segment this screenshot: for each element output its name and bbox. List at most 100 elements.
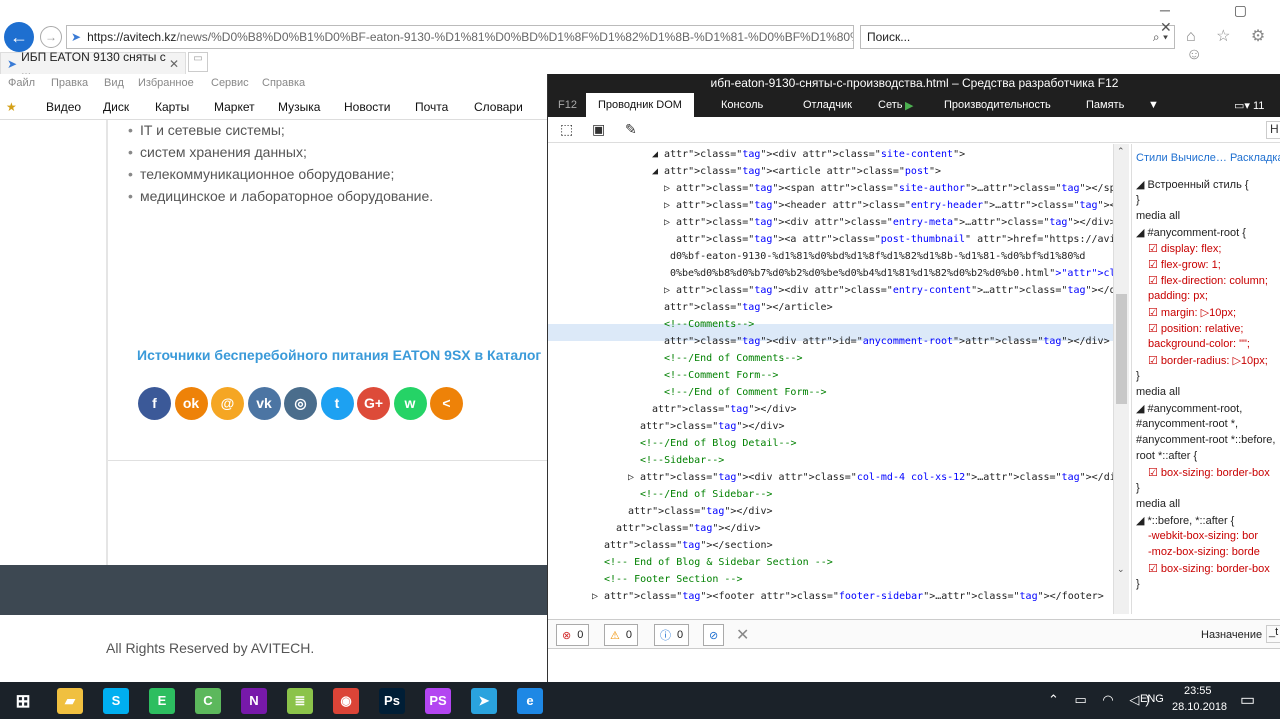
network-record-icon[interactable]: ▶	[905, 99, 913, 112]
dom-node[interactable]: <!--/End of Comment Form-->	[664, 384, 827, 401]
clear-filter-button[interactable]: ⊘	[703, 624, 725, 646]
style-rule[interactable]: ☑ display: flex;	[1148, 242, 1221, 255]
dom-node[interactable]: <!--/End of Comments-->	[664, 350, 802, 367]
clear-icon[interactable]: ✕	[736, 625, 749, 645]
style-rule[interactable]: }	[1136, 370, 1140, 382]
style-rule[interactable]: ◢ #anycomment-root {	[1136, 226, 1246, 239]
style-rule[interactable]: ☑ flex-grow: 1;	[1148, 258, 1221, 271]
dom-node[interactable]: attr">class="tag"></section>	[604, 537, 773, 554]
style-rule[interactable]: media all	[1136, 386, 1180, 398]
share-icon[interactable]: <	[430, 387, 463, 420]
search-input[interactable]: Поиск... ⌕ ▾	[860, 25, 1175, 49]
style-rule[interactable]: root *::after {	[1136, 450, 1197, 462]
menu-help[interactable]: Справка	[262, 77, 305, 89]
tab-f12[interactable]: F12	[558, 99, 577, 111]
photoshop-icon[interactable]: Ps	[379, 688, 405, 714]
menu-view[interactable]: Вид	[104, 77, 124, 89]
style-rule[interactable]: ◢ #anycomment-root,	[1136, 402, 1242, 415]
dom-node[interactable]: attr">class="tag"><div attr">id="anycomm…	[664, 333, 1110, 350]
style-rule[interactable]: #anycomment-root *::before,	[1136, 434, 1275, 446]
dom-node[interactable]: 0%be%d0%b8%d0%b7%d0%b2%d0%be%d0%b4%d1%81…	[670, 265, 1113, 282]
style-rule[interactable]: background-color: "";	[1148, 338, 1250, 350]
fav-item[interactable]: Видео	[46, 100, 81, 114]
telegram-icon[interactable]: ➤	[471, 688, 497, 714]
dom-node[interactable]: <!--Comments-->	[664, 316, 754, 333]
chrome-icon[interactable]: ◉	[333, 688, 359, 714]
emulation-selector[interactable]: ▭▾ 11	[1234, 99, 1264, 112]
style-rule[interactable]: padding: px;	[1148, 290, 1208, 302]
dom-node[interactable]: attr">class="tag"></article>	[664, 299, 833, 316]
explorer-icon[interactable]: ▰	[57, 688, 83, 714]
instagram-icon[interactable]: ◎	[284, 387, 317, 420]
style-rule[interactable]: }	[1136, 482, 1140, 494]
window-controls[interactable]: ─ ▢ ✕	[1160, 2, 1280, 36]
style-rule[interactable]: ☑ position: relative;	[1148, 322, 1243, 335]
tab-network[interactable]: Сеть	[878, 99, 902, 111]
dom-node[interactable]: d0%bf-eaton-9130-%d1%81%d0%bd%d1%8f%d1%8…	[670, 248, 1085, 265]
dom-node[interactable]: <!--Comment Form-->	[664, 367, 778, 384]
scroll-up-icon[interactable]: ⌃	[1117, 146, 1125, 157]
fav-item[interactable]: Почта	[415, 100, 448, 114]
info-badge[interactable]: ⓘ 0	[654, 624, 690, 646]
vk-icon[interactable]: vk	[247, 387, 281, 420]
style-rule[interactable]: ◢ *::before, *::after {	[1136, 514, 1234, 527]
menu-edit[interactable]: Правка	[51, 77, 88, 89]
menu-tools[interactable]: Сервис	[211, 77, 249, 89]
mailru-icon[interactable]: @	[211, 387, 244, 420]
twitter-icon[interactable]: t	[320, 387, 354, 420]
fav-item[interactable]: Словари	[474, 100, 523, 114]
dom-node[interactable]: ▷ attr">class="tag"><footer attr">class=…	[592, 588, 1104, 605]
style-rule[interactable]: -moz-box-sizing: borde	[1148, 546, 1260, 558]
highlight-icon[interactable]: ▣	[592, 121, 605, 138]
tab-dom-explorer[interactable]: Проводник DOM	[586, 93, 694, 117]
dom-node[interactable]: attr">class="tag"><a attr">class="post-t…	[676, 231, 1113, 248]
tab-memory[interactable]: Память	[1086, 99, 1124, 111]
warnings-badge[interactable]: ⚠ 0	[604, 624, 638, 646]
style-rule[interactable]: media all	[1136, 498, 1180, 510]
new-tab-button[interactable]: ▭	[188, 52, 208, 72]
start-windows-icon[interactable]: ⊞	[10, 688, 36, 714]
ie-icon[interactable]: e	[517, 688, 543, 714]
odnoklassniki-icon[interactable]: ok	[174, 387, 208, 420]
evernote-icon[interactable]: E	[149, 688, 175, 714]
style-rule[interactable]: ◢ Встроенный стиль {	[1136, 178, 1249, 191]
style-rule[interactable]: media all	[1136, 210, 1180, 222]
browser-tab[interactable]: ➤ ИБП EATON 9130 сняты с ... ✕	[0, 50, 186, 78]
notepad-icon[interactable]: ≣	[287, 688, 313, 714]
select-element-icon[interactable]: ⬚	[560, 121, 573, 138]
fav-item[interactable]: Маркет	[214, 100, 255, 114]
dom-node[interactable]: ◢ attr">class="tag"><article attr">class…	[652, 163, 941, 180]
dom-node[interactable]: <!--/End of Blog Detail-->	[640, 435, 797, 452]
scroll-thumb[interactable]	[1116, 294, 1127, 404]
style-rule[interactable]: ☑ border-radius: ▷10px;	[1148, 354, 1268, 367]
favorites-star-icon[interactable]: ★	[6, 100, 17, 114]
forward-button[interactable]: →	[40, 26, 62, 48]
style-rule[interactable]: }	[1136, 578, 1140, 590]
errors-badge[interactable]: ⊗ 0	[556, 624, 590, 646]
clock-date[interactable]: 28.10.2018	[1172, 701, 1227, 713]
whatsapp-icon[interactable]: w	[393, 387, 427, 420]
dom-node[interactable]: ▷ attr">class="tag"><header attr">class=…	[664, 197, 1113, 214]
find-input[interactable]: Н	[1266, 121, 1280, 139]
target-select[interactable]: _t	[1266, 625, 1280, 643]
fav-item[interactable]: Диск	[103, 100, 129, 114]
fav-item[interactable]: Музыка	[278, 100, 320, 114]
style-rule[interactable]: ☑ box-sizing: border-box	[1148, 466, 1270, 479]
dom-node[interactable]: <!--/End of Sidebar-->	[640, 486, 772, 503]
dom-node[interactable]: ▷ attr">class="tag"><div attr">class="co…	[628, 469, 1113, 486]
app-green-icon[interactable]: C	[195, 688, 221, 714]
language-indicator[interactable]: ENG	[1140, 693, 1164, 705]
style-rule[interactable]: ☑ flex-direction: column;	[1148, 274, 1268, 287]
dom-scrollbar[interactable]: ⌃ ⌄	[1113, 144, 1129, 614]
style-rule[interactable]: ☑ margin: ▷10px;	[1148, 306, 1236, 319]
skype-icon[interactable]: S	[103, 688, 129, 714]
tab-console[interactable]: Консоль	[721, 99, 763, 111]
menu-favorites[interactable]: Избранное	[138, 77, 194, 89]
clock-time[interactable]: 23:55	[1184, 685, 1212, 697]
fav-item[interactable]: Карты	[155, 100, 189, 114]
address-bar[interactable]: ➤ https://avitech.kz /news/%D0%B8%D0%B1%…	[66, 25, 854, 49]
menu-file[interactable]: Файл	[8, 77, 35, 89]
tab-debugger[interactable]: Отладчик	[803, 99, 852, 111]
color-picker-icon[interactable]: ✎	[625, 121, 637, 138]
style-rule[interactable]: #anycomment-root *,	[1136, 418, 1238, 430]
